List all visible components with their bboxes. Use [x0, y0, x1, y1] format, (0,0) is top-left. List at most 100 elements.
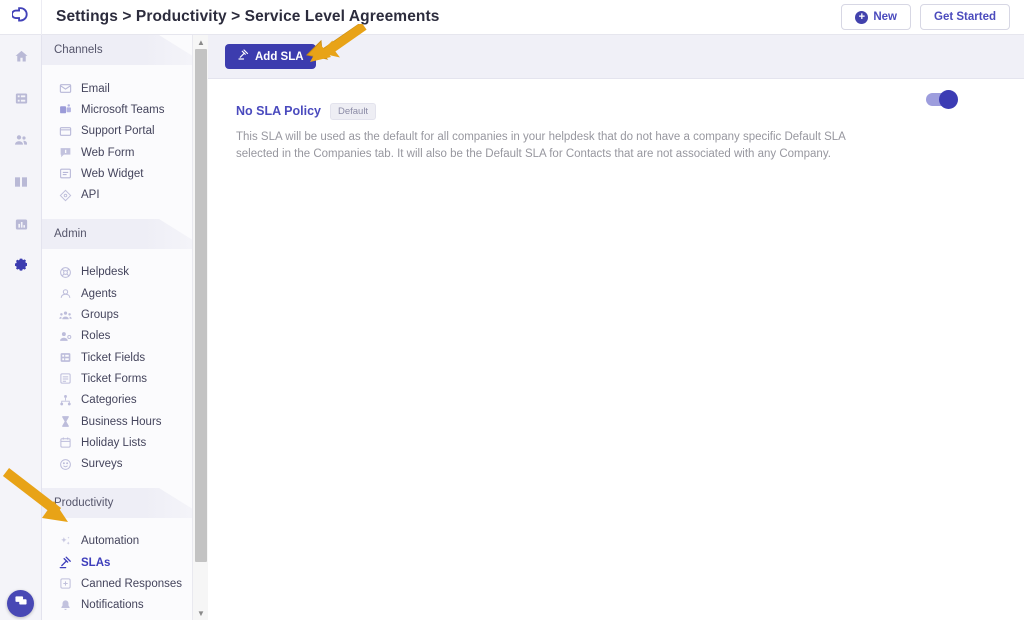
- sidebar-item-label: Agents: [81, 287, 117, 300]
- sidebar-item-api[interactable]: API: [42, 184, 207, 205]
- scrollbar-thumb[interactable]: [195, 49, 207, 562]
- sidebar-item-label: Helpdesk: [81, 266, 129, 279]
- sidebar-item-microsoft-teams[interactable]: Microsoft Teams: [42, 99, 207, 120]
- get-started-label: Get Started: [934, 11, 996, 23]
- sidebar-item-email[interactable]: Email: [42, 78, 207, 99]
- lifebuoy-icon: [58, 265, 72, 279]
- status-badge: Default: [329, 103, 377, 120]
- nav-section-label: Channels: [54, 44, 103, 56]
- get-started-button[interactable]: Get Started: [920, 4, 1010, 30]
- rail-item-knowledge-base[interactable]: [0, 161, 42, 203]
- new-button[interactable]: + New: [841, 4, 911, 30]
- tickets-icon: [14, 91, 29, 106]
- categories-icon: [58, 393, 72, 407]
- nav-section-productivity: Productivity: [42, 487, 207, 518]
- sla-policy-row-header: No SLA Policy Default: [236, 103, 1024, 120]
- sidebar-item-support-portal[interactable]: Support Portal: [42, 121, 207, 142]
- agent-icon: [58, 287, 72, 301]
- sidebar-item-categories[interactable]: Categories: [42, 390, 207, 411]
- sidebar-item-label: Roles: [81, 330, 111, 343]
- sidebar-item-roles[interactable]: Roles: [42, 326, 207, 347]
- add-sla-button[interactable]: Add SLA: [225, 44, 316, 69]
- sla-list: No SLA Policy Default This SLA will be u…: [208, 79, 1024, 163]
- sidebar-item-groups[interactable]: Groups: [42, 304, 207, 325]
- sla-policy-toggle[interactable]: [926, 90, 958, 109]
- new-button-label: New: [873, 11, 897, 23]
- bar-chart-icon: [14, 217, 29, 232]
- scroll-down-icon[interactable]: ▼: [193, 606, 209, 620]
- sidebar-item-label: Web Widget: [81, 167, 144, 180]
- sidebar-item-label: Ticket Forms: [81, 372, 148, 385]
- canned-icon: [58, 577, 72, 591]
- sidebar-item-ticket-forms[interactable]: Ticket Forms: [42, 368, 207, 389]
- gavel-icon: [58, 556, 72, 570]
- sidebar-item-label: Holiday Lists: [81, 436, 147, 449]
- sidebar-item-automation[interactable]: Automation: [42, 531, 207, 552]
- desk-logo-icon: [11, 6, 29, 28]
- rail-item-settings[interactable]: [0, 245, 42, 287]
- sidebar-item-label: Support Portal: [81, 125, 155, 138]
- sidebar-item-label: Ticket Fields: [81, 351, 146, 364]
- rail-item-tickets[interactable]: [0, 77, 42, 119]
- roles-icon: [58, 329, 72, 343]
- rail-item-home[interactable]: [0, 35, 42, 77]
- scroll-up-icon[interactable]: ▲: [193, 35, 209, 49]
- sidebar-item-agents[interactable]: Agents: [42, 283, 207, 304]
- sidebar-item-holiday-lists[interactable]: Holiday Lists: [42, 432, 207, 453]
- sla-policy-title[interactable]: No SLA Policy: [236, 104, 321, 118]
- sidebar-item-notifications[interactable]: Notifications: [42, 595, 207, 616]
- envelope-icon: [58, 82, 72, 96]
- sidebar-item-web-widget[interactable]: Web Widget: [42, 163, 207, 184]
- ticket-fields-icon: [58, 351, 72, 365]
- nav-section-label: Admin: [54, 227, 87, 240]
- sidebar-item-label: Web Form: [81, 146, 135, 159]
- sidebar-item-label: Notifications: [81, 599, 144, 612]
- add-sla-label: Add SLA: [255, 50, 304, 63]
- book-icon: [13, 174, 29, 190]
- sidebar-item-label: Canned Responses: [81, 577, 183, 590]
- ticket-forms-icon: [58, 372, 72, 386]
- sidebar-item-helpdesk[interactable]: Helpdesk: [42, 262, 207, 283]
- sidebar-item-slas[interactable]: SLAs: [42, 552, 207, 573]
- breadcrumb: Settings > Productivity > Service Level …: [56, 8, 440, 25]
- webform-icon: [58, 146, 72, 160]
- sidebar-item-label: Email: [81, 82, 110, 95]
- sla-policy-description: This SLA will be used as the default for…: [236, 130, 846, 160]
- sidebar-item-label: Groups: [81, 309, 119, 322]
- sidebar-item-surveys[interactable]: Surveys: [42, 453, 207, 474]
- sidebar-scrollbar[interactable]: ▲ ▼: [192, 35, 208, 620]
- sidebar-item-web-form[interactable]: Web Form: [42, 142, 207, 163]
- sidebar-item-ticket-fields[interactable]: Ticket Fields: [42, 347, 207, 368]
- sidebar-item-label: Business Hours: [81, 415, 162, 428]
- api-icon: [58, 188, 72, 202]
- rail-item-contacts[interactable]: [0, 119, 42, 161]
- smiley-icon: [58, 457, 72, 471]
- sidebar-item-business-hours[interactable]: Business Hours: [42, 411, 207, 432]
- bell-icon: [58, 598, 72, 612]
- top-bar: Settings > Productivity > Service Level …: [0, 0, 1024, 35]
- sidebar-item-canned-responses[interactable]: Canned Responses: [42, 573, 207, 594]
- home-icon: [14, 49, 29, 64]
- portal-icon: [58, 124, 72, 138]
- hourglass-icon: [58, 415, 72, 429]
- rail-item-reports[interactable]: [0, 203, 42, 245]
- chat-support-button[interactable]: [7, 590, 34, 617]
- app-logo[interactable]: [0, 0, 42, 35]
- app-window: Settings > Productivity > Service Level …: [0, 0, 1024, 620]
- nav-section-label: Productivity: [54, 496, 114, 509]
- sidebar-item-label: Surveys: [81, 458, 123, 471]
- groups-icon: [58, 308, 72, 322]
- webwidget-icon: [58, 167, 72, 181]
- contacts-icon: [13, 132, 29, 148]
- plus-circle-icon: +: [855, 10, 869, 24]
- calendar-icon: [58, 436, 72, 450]
- top-bar-actions: + New Get Started: [841, 4, 1024, 30]
- sidebar-item-label: Automation: [81, 535, 140, 548]
- sidebar-item-label: API: [81, 189, 100, 202]
- sidebar-item-label: Categories: [81, 394, 137, 407]
